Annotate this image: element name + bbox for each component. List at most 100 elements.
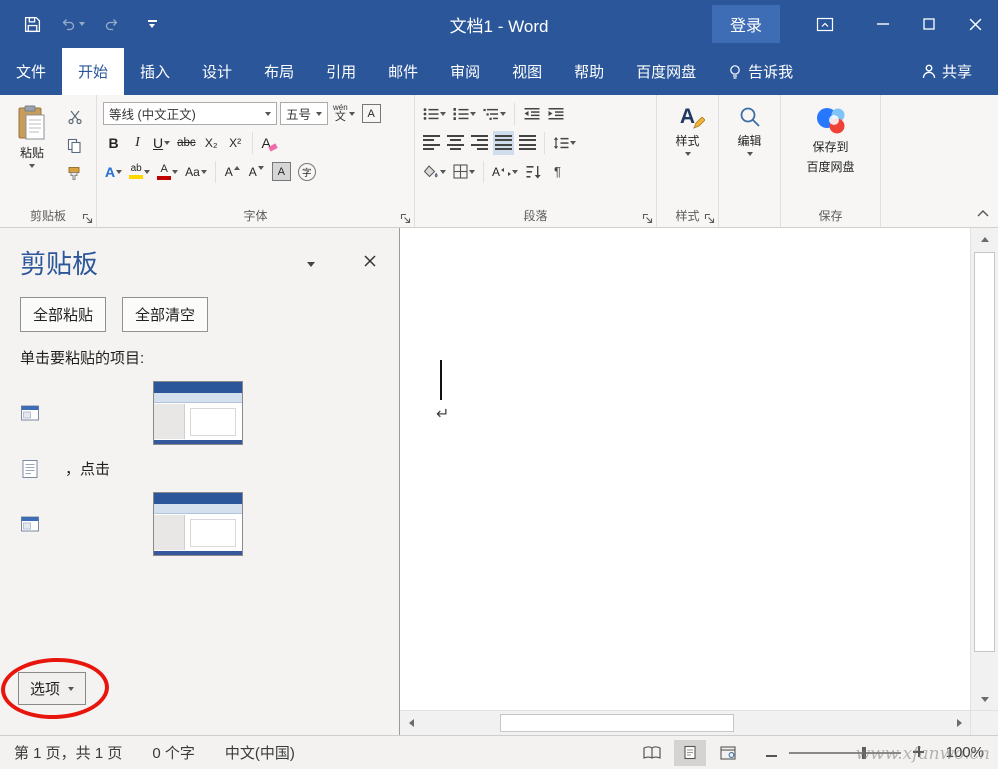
tab-share[interactable]: 共享	[906, 48, 998, 95]
horizontal-scrollbar[interactable]	[400, 710, 970, 735]
asian-layout-button[interactable]: A	[490, 160, 520, 184]
save-to-baidu-button[interactable]: 保存到 百度网盘	[787, 99, 874, 191]
paragraph-dialog-launcher[interactable]	[642, 213, 653, 224]
superscript-button[interactable]: X²	[225, 131, 246, 155]
tab-references[interactable]: 引用	[310, 48, 372, 95]
tab-insert[interactable]: 插入	[124, 48, 186, 95]
bullets-dropdown-icon	[440, 112, 446, 116]
text-effects-button[interactable]: A	[103, 160, 124, 184]
save-button[interactable]	[12, 0, 52, 48]
zoom-out-button[interactable]	[750, 745, 777, 760]
language-indicator[interactable]: 中文(中国)	[225, 742, 295, 763]
zoom-slider-thumb[interactable]	[862, 747, 866, 759]
vertical-scroll-thumb[interactable]	[974, 252, 995, 652]
bullets-button[interactable]	[421, 102, 448, 126]
grow-font-button[interactable]: A	[222, 160, 243, 184]
web-layout-button[interactable]	[712, 740, 744, 766]
document-page[interactable]: ↵	[400, 228, 970, 710]
document-area[interactable]: ↵	[400, 228, 970, 735]
tab-view[interactable]: 视图	[496, 48, 558, 95]
print-layout-button[interactable]	[674, 740, 706, 766]
subscript-button[interactable]: X₂	[201, 131, 222, 155]
phonetic-guide-button[interactable]: wén 文	[331, 102, 357, 126]
read-mode-button[interactable]	[636, 740, 668, 766]
align-center-button[interactable]	[445, 131, 466, 155]
sign-in-button[interactable]: 登录	[712, 5, 780, 43]
shading-button[interactable]	[421, 160, 448, 184]
editing-button[interactable]: 编辑	[725, 99, 774, 191]
tab-home[interactable]: 开始	[62, 48, 124, 95]
styles-button[interactable]: A 样式	[663, 99, 712, 191]
align-left-button[interactable]	[421, 131, 442, 155]
clipboard-item-1[interactable]	[0, 381, 399, 445]
italic-button[interactable]: I	[127, 131, 148, 155]
vertical-scrollbar[interactable]	[970, 228, 998, 735]
close-button[interactable]	[952, 0, 998, 48]
scroll-right-button[interactable]	[948, 711, 970, 735]
change-case-button[interactable]: Aa	[183, 160, 209, 184]
undo-button[interactable]	[52, 0, 92, 48]
zoom-slider[interactable]	[789, 752, 901, 754]
tab-help[interactable]: 帮助	[558, 48, 620, 95]
bold-button[interactable]: B	[103, 131, 124, 155]
font-dialog-launcher[interactable]	[400, 213, 411, 224]
character-border-button[interactable]: A	[360, 102, 383, 126]
enclose-characters-button[interactable]: 字	[296, 160, 318, 184]
align-right-button[interactable]	[469, 131, 490, 155]
horizontal-scroll-thumb[interactable]	[500, 714, 734, 732]
task-pane-close-button[interactable]	[363, 254, 377, 271]
tab-file[interactable]: 文件	[0, 48, 62, 95]
font-name-combo[interactable]: 等线 (中文正文)	[103, 102, 277, 125]
numbering-button[interactable]	[451, 102, 478, 126]
sort-button[interactable]	[523, 160, 544, 184]
scroll-left-button[interactable]	[400, 711, 422, 735]
decrease-indent-button[interactable]	[521, 102, 542, 126]
tab-mailings[interactable]: 邮件	[372, 48, 434, 95]
cut-button[interactable]	[64, 105, 85, 129]
zoom-level[interactable]: 100%	[938, 744, 984, 761]
clipboard-item-2[interactable]: ，点击	[0, 458, 399, 479]
maximize-button[interactable]	[906, 0, 952, 48]
minimize-button[interactable]	[860, 0, 906, 48]
paste-all-button[interactable]: 全部粘贴	[20, 297, 106, 332]
clipboard-dialog-launcher[interactable]	[82, 213, 93, 224]
page-indicator[interactable]: 第 1 页，共 1 页	[14, 742, 122, 763]
tab-layout[interactable]: 布局	[248, 48, 310, 95]
customize-qat-button[interactable]	[132, 0, 172, 48]
word-count[interactable]: 0 个字	[152, 742, 195, 763]
borders-button[interactable]	[451, 160, 477, 184]
task-pane-menu-button[interactable]	[307, 255, 315, 270]
tab-review[interactable]: 审阅	[434, 48, 496, 95]
shrink-font-button[interactable]: A	[246, 160, 267, 184]
font-color-button[interactable]: A	[155, 160, 180, 184]
character-shading-button[interactable]: A	[270, 160, 293, 184]
scroll-up-button[interactable]	[971, 228, 998, 250]
options-button[interactable]: 选项	[18, 672, 86, 705]
vertical-scroll-track[interactable]	[971, 250, 998, 688]
strikethrough-button[interactable]: abc	[175, 131, 198, 155]
tab-baidu-netdisk[interactable]: 百度网盘	[620, 48, 712, 95]
tab-design[interactable]: 设计	[186, 48, 248, 95]
collapse-ribbon-button[interactable]	[977, 205, 989, 220]
scroll-down-button[interactable]	[971, 688, 998, 710]
format-painter-button[interactable]	[64, 161, 85, 185]
clipboard-item-3[interactable]	[0, 492, 399, 556]
tab-tell-me[interactable]: 告诉我	[712, 48, 809, 95]
copy-button[interactable]	[64, 133, 85, 157]
clear-formatting-button[interactable]: A	[259, 131, 280, 155]
paste-button[interactable]: 粘贴	[6, 99, 58, 191]
redo-button[interactable]	[92, 0, 132, 48]
multilevel-list-button[interactable]	[481, 102, 508, 126]
line-spacing-button[interactable]	[551, 131, 578, 155]
increase-indent-button[interactable]	[545, 102, 566, 126]
zoom-in-button[interactable]	[913, 745, 924, 760]
font-size-combo[interactable]: 五号	[280, 102, 328, 125]
underline-button[interactable]: U	[151, 131, 172, 155]
clear-all-button[interactable]: 全部清空	[122, 297, 208, 332]
show-marks-button[interactable]: ¶	[547, 160, 568, 184]
distribute-button[interactable]	[517, 131, 538, 155]
ribbon-display-options-button[interactable]	[816, 16, 834, 33]
styles-dialog-launcher[interactable]	[704, 213, 715, 224]
highlight-button[interactable]: ab	[127, 160, 152, 184]
justify-button[interactable]	[493, 131, 514, 155]
